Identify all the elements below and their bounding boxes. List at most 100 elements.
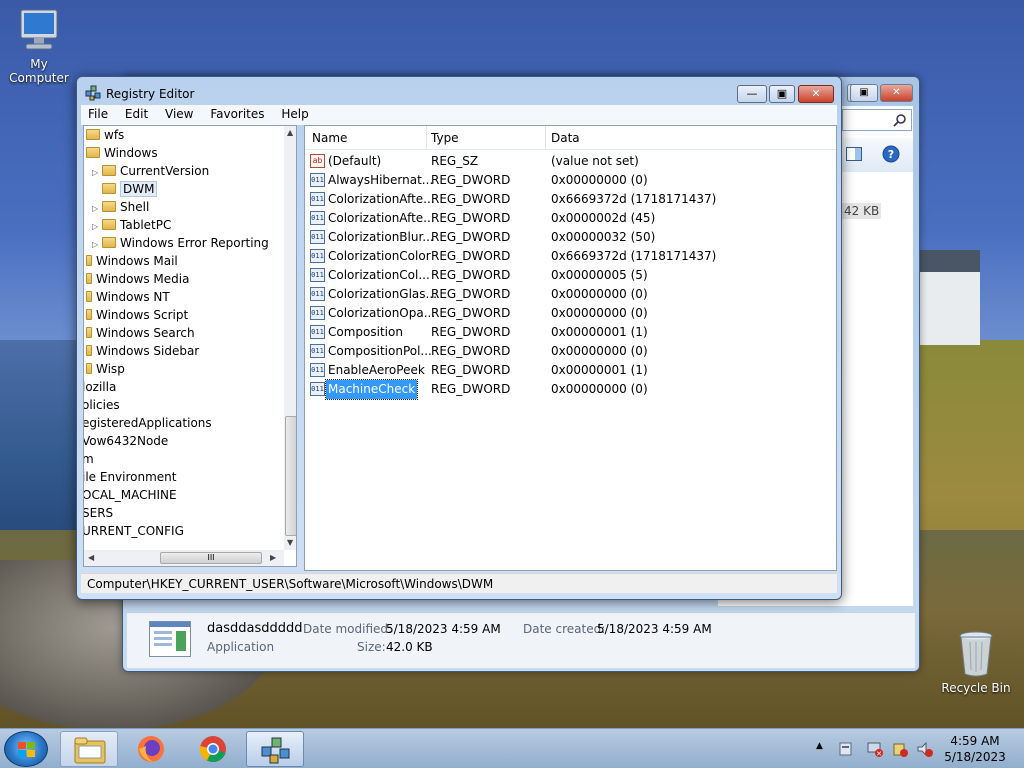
- column-divider[interactable]: [426, 126, 427, 150]
- tree-item-tabletpc[interactable]: ▷ TabletPC: [92, 216, 171, 234]
- column-header-data[interactable]: Data: [551, 131, 580, 145]
- value-name: ColorizationBlur...: [328, 230, 434, 244]
- binary-value-icon: 011: [310, 249, 325, 263]
- tree-vertical-scrollbar[interactable]: ▲ ▼: [284, 126, 296, 550]
- tree-item-mozilla[interactable]: lozilla: [84, 378, 116, 396]
- tree-item-label: OCAL_MACHINE: [83, 488, 177, 502]
- power-icon[interactable]: [891, 740, 909, 758]
- action-center-flag-icon[interactable]: [838, 741, 854, 757]
- minimize-button[interactable]: —: [737, 85, 767, 103]
- tree-item-label: olicies: [83, 398, 120, 412]
- menu-view[interactable]: View: [158, 105, 199, 123]
- folder-icon: [86, 129, 100, 140]
- explorer-close-button[interactable]: ✕: [880, 84, 913, 102]
- menu-help[interactable]: Help: [274, 105, 314, 123]
- window-title: Registry Editor: [106, 87, 195, 101]
- tree-item-label: Windows Mail: [96, 254, 178, 268]
- scroll-down-arrow-icon[interactable]: ▼: [287, 538, 293, 547]
- value-row-selected[interactable]: 011 MachineCheck REG_DWORD 0x00000000 (0): [305, 379, 836, 400]
- taskbar-firefox-button[interactable]: [122, 731, 180, 767]
- tree-horizontal-scrollbar[interactable]: ◀ III ▶: [84, 550, 284, 566]
- show-hidden-icons-arrow-icon[interactable]: ▲: [816, 741, 823, 751]
- binary-value-icon: 011: [310, 325, 325, 339]
- value-row[interactable]: 011 ColorizationBlur... REG_DWORD 0x0000003…: [305, 228, 836, 247]
- tree-item-hkey-current-config[interactable]: URRENT_CONFIG: [84, 522, 184, 540]
- svg-text:?: ?: [888, 148, 894, 161]
- key-tree-pane[interactable]: wfs Windows ▷ CurrentVersion DWM ▷ Shell ▷…: [83, 125, 297, 567]
- value-row[interactable]: 011 ColorizationAfte... REG_DWORD 0x0000002…: [305, 209, 836, 228]
- value-row[interactable]: 011 ColorizationColor REG_DWORD 0x6669372d …: [305, 247, 836, 266]
- explorer-search-input[interactable]: [842, 109, 912, 131]
- registry-editor-window[interactable]: Registry Editor — ▣ ✕ File Edit View Fav…: [76, 76, 842, 600]
- binary-value-icon: 011: [310, 287, 325, 301]
- preview-pane-icon[interactable]: [846, 147, 862, 161]
- scroll-left-arrow-icon[interactable]: ◀: [88, 553, 94, 562]
- my-computer-desktop-icon[interactable]: My Computer: [0, 8, 78, 85]
- start-button[interactable]: [4, 731, 48, 767]
- tree-item-volatile-environment[interactable]: ile Environment: [84, 468, 177, 486]
- menu-edit[interactable]: Edit: [118, 105, 154, 123]
- tree-item-hkey-local-machine[interactable]: OCAL_MACHINE: [83, 486, 177, 504]
- value-row[interactable]: ab (Default) REG_SZ (value not set): [305, 152, 836, 171]
- tree-item-windows[interactable]: Windows: [86, 144, 158, 162]
- close-button[interactable]: ✕: [798, 85, 834, 103]
- tree-item-label: Windows Search: [96, 326, 195, 340]
- value-type: REG_DWORD: [431, 363, 511, 377]
- taskbar-explorer-button[interactable]: [60, 731, 118, 767]
- menu-favorites[interactable]: Favorites: [203, 105, 270, 123]
- registry-titlebar[interactable]: Registry Editor — ▣ ✕: [77, 77, 841, 105]
- value-name: ColorizationAfte...: [328, 211, 435, 225]
- taskbar-regedit-button[interactable]: [246, 731, 304, 767]
- value-type: REG_DWORD: [431, 173, 511, 187]
- value-row[interactable]: 011 Composition REG_DWORD 0x00000001 (1): [305, 323, 836, 342]
- scroll-up-arrow-icon[interactable]: ▲: [287, 128, 293, 137]
- folder-icon: [86, 273, 92, 284]
- value-row[interactable]: 011 ColorizationCol... REG_DWORD 0x00000005…: [305, 266, 836, 285]
- tree-item-wfs[interactable]: wfs: [86, 126, 124, 144]
- value-row[interactable]: 011 ColorizationGlas... REG_DWORD 0x0000000…: [305, 285, 836, 304]
- tree-item-wisp[interactable]: Wisp: [86, 360, 125, 378]
- help-icon[interactable]: ?: [882, 145, 900, 163]
- tree-item-registeredapplications[interactable]: egisteredApplications: [84, 414, 212, 432]
- column-header-type[interactable]: Type: [431, 131, 459, 145]
- menu-file[interactable]: File: [81, 105, 114, 123]
- tree-item-windows-sidebar[interactable]: Windows Sidebar: [86, 342, 199, 360]
- system-clock[interactable]: 4:59 AM 5/18/2023: [940, 733, 1010, 765]
- column-divider[interactable]: [545, 126, 546, 150]
- restore-button[interactable]: ▣: [769, 85, 795, 103]
- tree-item-policies[interactable]: olicies: [83, 396, 120, 414]
- scroll-right-arrow-icon[interactable]: ▶: [270, 553, 276, 562]
- value-row[interactable]: 011 ColorizationOpa... REG_DWORD 0x00000000…: [305, 304, 836, 323]
- tree-item-windows-script[interactable]: Windows Script: [86, 306, 188, 324]
- volume-muted-icon[interactable]: [916, 740, 934, 758]
- explorer-restore-button[interactable]: ▣: [850, 84, 878, 102]
- value-name: ColorizationColor: [328, 249, 431, 263]
- tree-item-windows-mail[interactable]: Windows Mail: [86, 252, 178, 270]
- binary-value-icon: 011: [310, 363, 325, 377]
- recycle-bin-desktop-icon[interactable]: Recycle Bin: [940, 630, 1012, 695]
- tree-item-dwm[interactable]: DWM: [92, 180, 158, 198]
- tree-item-system[interactable]: m: [84, 450, 94, 468]
- value-row[interactable]: 011 AlwaysHibernat... REG_DWORD 0x00000000 …: [305, 171, 836, 190]
- taskbar-chrome-button[interactable]: [184, 731, 242, 767]
- value-type: REG_DWORD: [431, 287, 511, 301]
- value-row[interactable]: 011 EnableAeroPeek REG_DWORD 0x00000001 (1): [305, 361, 836, 380]
- value-row[interactable]: 011 ColorizationAfte... REG_DWORD 0x6669372…: [305, 190, 836, 209]
- value-name: AlwaysHibernat...: [328, 173, 434, 187]
- tree-item-windows-error-reporting[interactable]: ▷ Windows Error Reporting: [92, 234, 269, 252]
- svg-text:✕: ✕: [876, 750, 882, 758]
- tree-item-windows-media[interactable]: Windows Media: [86, 270, 189, 288]
- tree-horizontal-scroll-thumb[interactable]: III: [160, 552, 262, 564]
- value-row[interactable]: 011 CompositionPol... REG_DWORD 0x00000000 …: [305, 342, 836, 361]
- network-error-icon[interactable]: ✕: [866, 740, 884, 758]
- tree-item-currentversion[interactable]: ▷ CurrentVersion: [92, 162, 209, 180]
- value-type: REG_DWORD: [431, 382, 511, 396]
- tree-item-wow6432node[interactable]: Vow6432Node: [84, 432, 168, 450]
- tree-item-shell[interactable]: ▷ Shell: [92, 198, 149, 216]
- column-header-name[interactable]: Name: [312, 131, 347, 145]
- tree-item-windows-search[interactable]: Windows Search: [86, 324, 195, 342]
- tree-item-windows-nt[interactable]: Windows NT: [86, 288, 170, 306]
- values-list-pane[interactable]: Name Type Data ab (Default) REG_SZ (value n…: [304, 125, 837, 571]
- tree-vertical-scroll-thumb[interactable]: [285, 416, 296, 536]
- tree-item-hkey-users[interactable]: SERS: [84, 504, 113, 522]
